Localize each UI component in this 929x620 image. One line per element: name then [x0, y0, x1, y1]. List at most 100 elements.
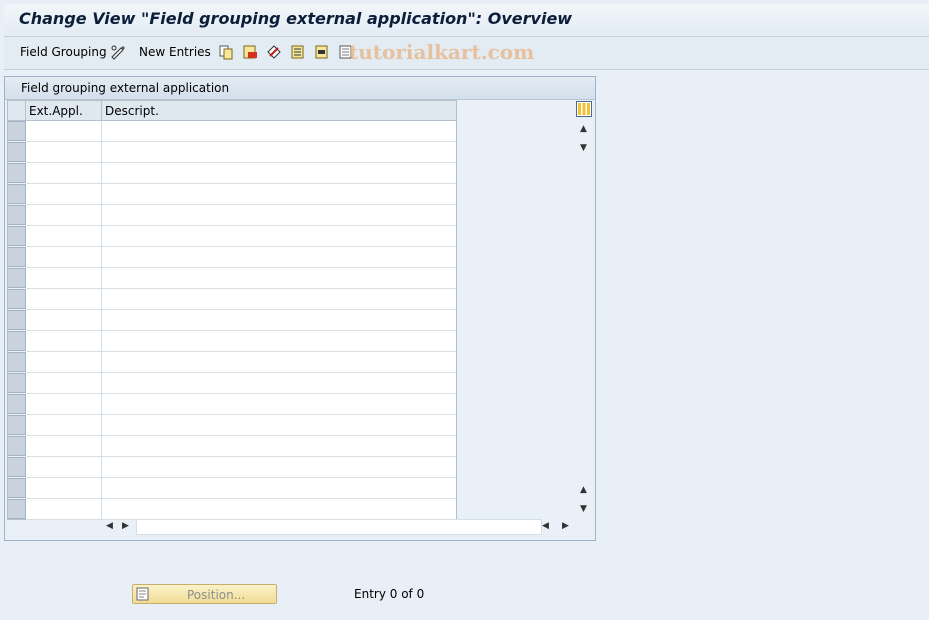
ext-appl-cell[interactable] [26, 394, 102, 415]
description-cell[interactable] [102, 415, 456, 436]
row-selector[interactable] [8, 289, 26, 309]
table-row [8, 499, 456, 520]
select-block-icon[interactable] [314, 44, 330, 60]
table-row [8, 268, 456, 289]
row-selector[interactable] [8, 163, 26, 183]
watermark-text: tutorialkart.com [349, 40, 535, 64]
ext-appl-cell[interactable] [26, 226, 102, 247]
description-cell[interactable] [102, 268, 456, 289]
description-cell[interactable] [102, 184, 456, 205]
copy-icon[interactable] [218, 44, 234, 60]
table-title: Field grouping external application [21, 81, 230, 95]
row-selector[interactable] [8, 373, 26, 393]
row-selector[interactable] [8, 415, 26, 435]
row-selector[interactable] [8, 268, 26, 288]
scroll-left-icon[interactable]: ◀ [106, 521, 113, 531]
description-cell[interactable] [102, 373, 456, 394]
ext-appl-cell[interactable] [26, 457, 102, 478]
ext-appl-cell[interactable] [26, 121, 102, 142]
description-cell[interactable] [102, 121, 456, 142]
description-cell[interactable] [102, 331, 456, 352]
row-selector[interactable] [8, 142, 26, 162]
ext-appl-cell[interactable] [26, 352, 102, 373]
ext-appl-cell[interactable] [26, 415, 102, 436]
description-cell[interactable] [102, 352, 456, 373]
row-selector[interactable] [8, 184, 26, 204]
ext-appl-cell[interactable] [26, 499, 102, 520]
column-header-description[interactable]: Descript. [102, 101, 456, 121]
description-cell[interactable] [102, 394, 456, 415]
row-selector[interactable] [8, 247, 26, 267]
table-row [8, 394, 456, 415]
column-header-ext-appl[interactable]: Ext.Appl. [26, 101, 102, 121]
row-selector[interactable] [8, 352, 26, 372]
description-cell[interactable] [102, 247, 456, 268]
row-selector[interactable] [8, 394, 26, 414]
row-selector[interactable] [8, 499, 26, 519]
row-selector[interactable] [8, 478, 26, 498]
table-title-bar: Field grouping external application [5, 77, 595, 100]
vertical-scrollbar[interactable]: ▲ ▼ ▲ ▼ [575, 100, 593, 518]
row-selector[interactable] [8, 331, 26, 351]
select-all-icon[interactable] [290, 44, 306, 60]
data-grid: Ext.Appl. Descript. [7, 100, 457, 520]
description-cell[interactable] [102, 289, 456, 310]
ext-appl-cell[interactable] [26, 436, 102, 457]
table-row [8, 373, 456, 394]
description-cell[interactable] [102, 436, 456, 457]
new-entries-button[interactable]: New Entries [139, 45, 211, 59]
ext-appl-cell[interactable] [26, 373, 102, 394]
description-cell[interactable] [102, 310, 456, 331]
ext-appl-cell[interactable] [26, 268, 102, 289]
scroll-up-icon[interactable]: ▲ [580, 124, 587, 134]
description-cell[interactable] [102, 457, 456, 478]
ext-appl-cell[interactable] [26, 310, 102, 331]
row-selector[interactable] [8, 226, 26, 246]
table-row [8, 415, 456, 436]
row-selector[interactable] [8, 205, 26, 225]
field-grouping-button[interactable]: Field Grouping [20, 45, 107, 59]
position-button-label: Position... [187, 588, 246, 602]
row-selector[interactable] [8, 457, 26, 477]
scroll-down-icon[interactable]: ▼ [580, 143, 587, 153]
select-all-rows-button[interactable] [8, 101, 26, 121]
description-cell[interactable] [102, 226, 456, 247]
ext-appl-cell[interactable] [26, 205, 102, 226]
undo-icon[interactable] [266, 44, 282, 60]
ext-appl-cell[interactable] [26, 289, 102, 310]
scroll-down-icon[interactable]: ▼ [580, 504, 587, 514]
table-row [8, 247, 456, 268]
row-selector[interactable] [8, 121, 26, 141]
row-selector[interactable] [8, 310, 26, 330]
change-icon[interactable] [110, 44, 126, 60]
horizontal-scrollbar[interactable]: ◀ ▶ ◀ ▶ [100, 518, 575, 536]
ext-appl-cell[interactable] [26, 331, 102, 352]
table-row [8, 352, 456, 373]
row-selector[interactable] [8, 436, 26, 456]
description-cell[interactable] [102, 142, 456, 163]
ext-appl-cell[interactable] [26, 184, 102, 205]
scroll-track[interactable] [136, 519, 542, 535]
description-cell[interactable] [102, 205, 456, 226]
table-row [8, 121, 456, 142]
table-row [8, 457, 456, 478]
delete-icon[interactable] [242, 44, 258, 60]
scroll-right-icon[interactable]: ▶ [562, 521, 569, 531]
table-row [8, 226, 456, 247]
ext-appl-cell[interactable] [26, 142, 102, 163]
position-button[interactable]: Position... [132, 584, 277, 604]
description-cell[interactable] [102, 163, 456, 184]
title-bar: Change View "Field grouping external app… [4, 4, 929, 37]
description-cell[interactable] [102, 499, 456, 520]
scroll-up-icon[interactable]: ▲ [580, 485, 587, 495]
ext-appl-cell[interactable] [26, 163, 102, 184]
scroll-right-icon[interactable]: ▶ [122, 521, 129, 531]
table-body [8, 121, 456, 520]
table-row [8, 184, 456, 205]
ext-appl-cell[interactable] [26, 478, 102, 499]
table-row [8, 310, 456, 331]
ext-appl-cell[interactable] [26, 247, 102, 268]
scroll-left-icon[interactable]: ◀ [542, 521, 549, 531]
table-panel: Field grouping external application Ext.… [4, 76, 596, 541]
description-cell[interactable] [102, 478, 456, 499]
